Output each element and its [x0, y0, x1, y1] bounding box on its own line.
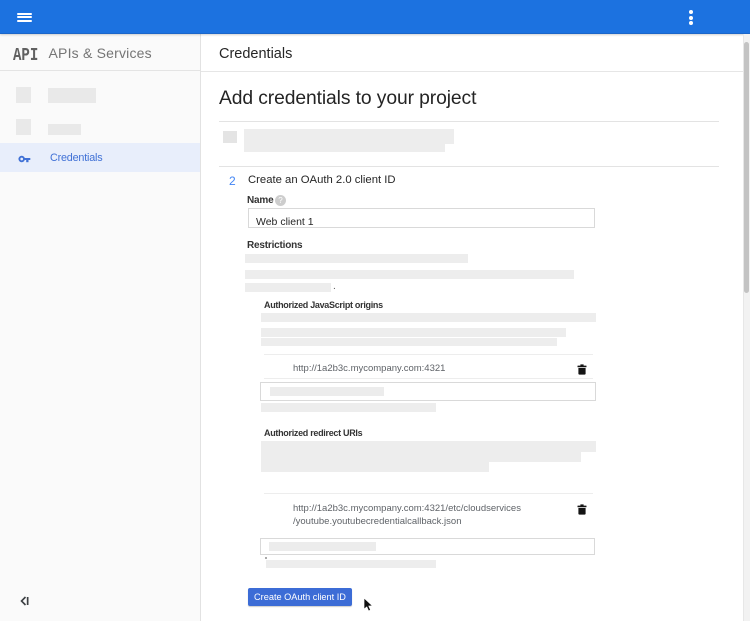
svg-text:?: ?: [278, 196, 283, 205]
